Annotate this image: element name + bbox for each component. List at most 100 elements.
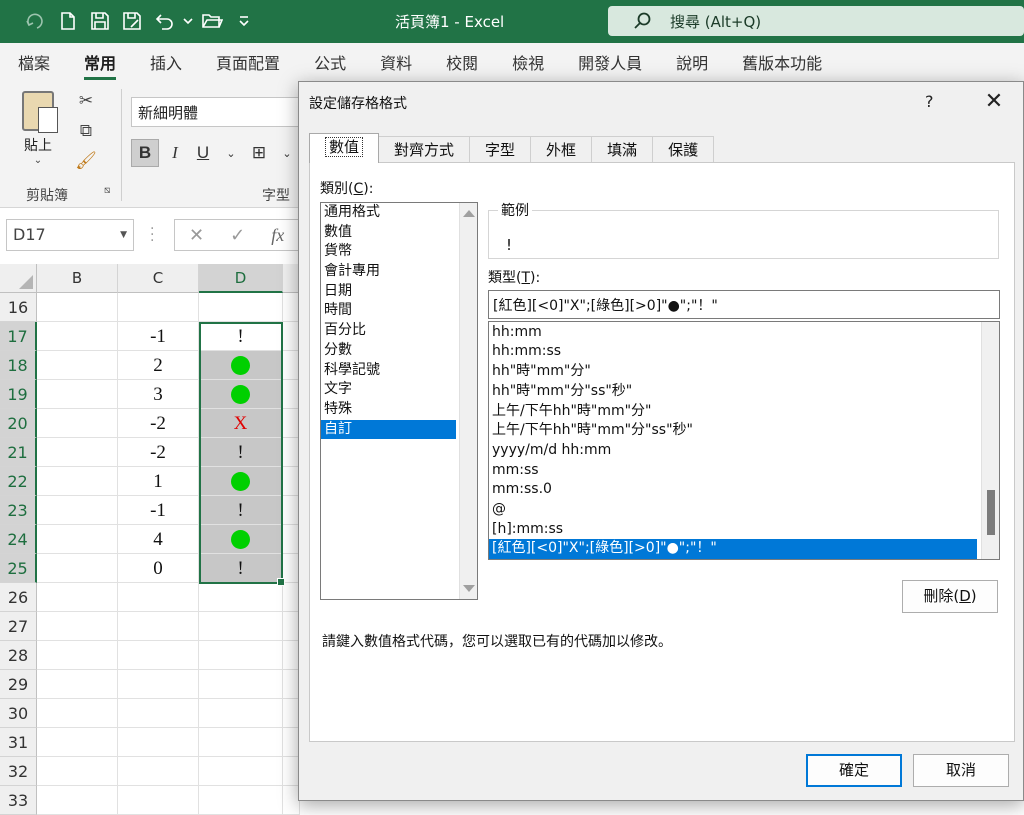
format-painter-icon[interactable]: 🖌 — [75, 151, 97, 171]
cell-c[interactable]: -2 — [118, 438, 199, 467]
list-item[interactable]: 數值 — [321, 223, 456, 243]
cell-b[interactable] — [37, 757, 118, 786]
tab-help[interactable]: 說明 — [676, 44, 708, 80]
cell-b[interactable] — [37, 641, 118, 670]
save-icon[interactable] — [86, 8, 114, 34]
tab-view[interactable]: 檢視 — [512, 44, 544, 80]
format-list-scrollbar[interactable] — [981, 322, 999, 559]
new-file-icon[interactable] — [54, 8, 82, 34]
list-item[interactable]: 通用格式 — [321, 203, 456, 223]
list-item[interactable]: mm:ss — [489, 461, 977, 481]
list-item[interactable]: 文字 — [321, 380, 456, 400]
cell-b[interactable] — [37, 583, 118, 612]
list-item[interactable]: yyyy/m/d hh:mm — [489, 441, 977, 461]
search-input[interactable]: 搜尋 (Alt+Q) — [608, 6, 1024, 36]
scroll-up-icon[interactable] — [463, 210, 475, 217]
cell-b[interactable] — [37, 670, 118, 699]
tab-fill[interactable]: 填滿 — [591, 136, 654, 163]
row-header[interactable]: 16 — [0, 293, 37, 322]
cell-d[interactable] — [199, 612, 283, 641]
row-header[interactable]: 23 — [0, 496, 37, 525]
scrollbar-thumb[interactable] — [987, 490, 995, 535]
border-icon[interactable]: ⊞ — [247, 143, 271, 163]
row-header[interactable]: 18 — [0, 351, 37, 380]
list-item[interactable]: 特殊 — [321, 400, 456, 420]
row-header[interactable]: 29 — [0, 670, 37, 699]
border-dropdown-icon[interactable]: ⌄ — [275, 147, 299, 160]
scroll-down-icon[interactable] — [463, 585, 475, 592]
row-header[interactable]: 28 — [0, 641, 37, 670]
paste-button[interactable]: 貼上 ⌄ — [20, 91, 58, 166]
delete-button[interactable]: 刪除(D) — [902, 580, 998, 613]
cell-c[interactable]: -1 — [118, 496, 199, 525]
list-item[interactable]: hh"時"mm"分"ss"秒" — [489, 382, 977, 402]
customize-qat-icon[interactable] — [230, 8, 258, 34]
tab-formulas[interactable]: 公式 — [314, 44, 346, 80]
list-item[interactable]: [紅色][<0]"X";[綠色][>0]"●";"！" — [489, 539, 977, 559]
list-item[interactable]: 貨幣 — [321, 242, 456, 262]
list-item[interactable]: @ — [489, 500, 977, 520]
row-header[interactable]: 17 — [0, 322, 37, 351]
cancel-entry-icon[interactable]: ✕ — [189, 225, 204, 246]
column-header-c[interactable]: C — [118, 264, 199, 293]
row-header[interactable]: 31 — [0, 728, 37, 757]
cell-b[interactable] — [37, 409, 118, 438]
cell-b[interactable] — [37, 293, 118, 322]
list-item[interactable]: mm:ss.0 — [489, 480, 977, 500]
cell-b[interactable] — [37, 699, 118, 728]
format-code-list[interactable]: hh:mm hh:mm:ss hh"時"mm"分" hh"時"mm"分"ss"秒" 上午… — [488, 321, 1000, 560]
cell-d[interactable]: ! — [199, 554, 283, 583]
row-header[interactable]: 22 — [0, 467, 37, 496]
list-item[interactable]: 日期 — [321, 282, 456, 302]
cell-d[interactable] — [199, 757, 283, 786]
tab-alignment[interactable]: 對齊方式 — [378, 136, 471, 163]
tab-file[interactable]: 檔案 — [18, 44, 50, 80]
list-item[interactable]: hh"時"mm"分" — [489, 362, 977, 382]
cell-b[interactable] — [37, 438, 118, 467]
cell-c[interactable]: 4 — [118, 525, 199, 554]
tab-data[interactable]: 資料 — [380, 44, 412, 80]
list-item[interactable]: hh:mm:ss — [489, 342, 977, 362]
help-icon[interactable]: ? — [925, 92, 934, 111]
tab-developer[interactable]: 開發人員 — [578, 44, 642, 80]
name-box[interactable]: D17 ▼ — [6, 219, 134, 251]
cell-d[interactable] — [199, 525, 283, 554]
row-header[interactable]: 27 — [0, 612, 37, 641]
cell-b[interactable] — [37, 380, 118, 409]
cell-b[interactable] — [37, 525, 118, 554]
cell-c[interactable] — [118, 293, 199, 322]
enter-entry-icon[interactable]: ✓ — [230, 225, 245, 246]
cell-b[interactable] — [37, 351, 118, 380]
row-header[interactable]: 21 — [0, 438, 37, 467]
tab-protection[interactable]: 保護 — [652, 136, 715, 163]
cell-d[interactable]: X — [199, 409, 283, 438]
cell-d[interactable] — [199, 467, 283, 496]
row-header[interactable]: 20 — [0, 409, 37, 438]
cancel-button[interactable]: 取消 — [913, 754, 1009, 787]
cell-c[interactable] — [118, 583, 199, 612]
save-as-icon[interactable] — [118, 8, 146, 34]
cell-d[interactable] — [199, 699, 283, 728]
list-item[interactable]: 會計專用 — [321, 262, 456, 282]
autosave-icon[interactable] — [22, 8, 50, 34]
list-item[interactable]: 分數 — [321, 341, 456, 361]
chevron-down-icon[interactable]: ▼ — [120, 230, 127, 240]
cell-c[interactable]: -2 — [118, 409, 199, 438]
cell-d[interactable] — [199, 583, 283, 612]
cell-c[interactable] — [118, 670, 199, 699]
italic-button[interactable]: I — [163, 143, 187, 163]
cell-c[interactable] — [118, 699, 199, 728]
category-list[interactable]: 通用格式 數值 貨幣 會計專用 日期 時間 百分比 分數 科學記號 文字 特殊 自訂 — [320, 202, 478, 600]
row-header[interactable]: 19 — [0, 380, 37, 409]
copy-icon[interactable]: ⧉ — [80, 121, 92, 141]
cut-icon[interactable]: ✂ — [79, 91, 93, 111]
tab-insert[interactable]: 插入 — [150, 44, 182, 80]
cell-d[interactable]: ! — [199, 496, 283, 525]
list-item[interactable]: 自訂 — [321, 419, 456, 440]
column-header-d[interactable]: D — [199, 264, 283, 293]
row-header[interactable]: 26 — [0, 583, 37, 612]
select-all-button[interactable] — [0, 264, 37, 293]
undo-dropdown-icon[interactable] — [182, 8, 194, 34]
category-scrollbar[interactable] — [459, 203, 477, 599]
underline-dropdown-icon[interactable]: ⌄ — [219, 147, 243, 160]
